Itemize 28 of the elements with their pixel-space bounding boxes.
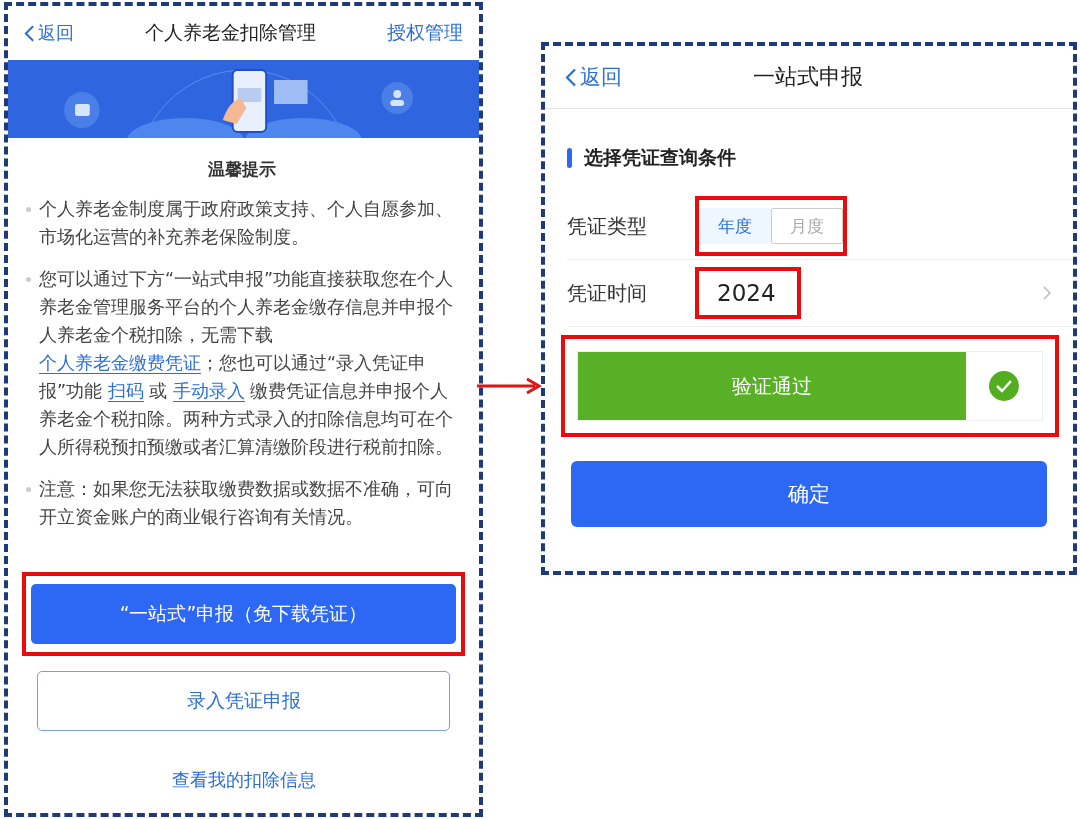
voucher-type-option[interactable]: 年度 [699, 208, 771, 244]
field-label: 凭证类型 [567, 212, 648, 240]
section-marker [567, 148, 572, 168]
confirm-button[interactable]: 确定 [571, 461, 1047, 527]
page-title: 一站式申报 [752, 63, 863, 91]
notice-title: 温馨提示 [206, 158, 277, 181]
inline-link[interactable]: 手动录入 [172, 381, 245, 402]
bullet-icon [26, 277, 31, 282]
section-title: 选择凭证查询条件 [584, 145, 736, 170]
bullet-icon [26, 487, 31, 492]
one-stop-declare-button[interactable]: “一站式”申报（免下载凭证） [31, 584, 456, 644]
check-circle-icon [989, 371, 1019, 401]
year-value[interactable]: 2024 [717, 280, 776, 306]
field-label: 凭证时间 [567, 279, 648, 307]
bullet-icon [26, 207, 31, 212]
inline-link[interactable]: 扫码 [107, 381, 144, 402]
authorization-link[interactable]: 授权管理 [387, 20, 463, 46]
notice-paragraph: 注意：如果您无法获取缴费数据或数据不准确，可向开立资金账户的商业银行咨询有关情况。 [39, 478, 454, 529]
back-link[interactable]: 返回 [24, 21, 74, 45]
enter-voucher-button[interactable]: 录入凭证申报 [37, 671, 450, 731]
page-title: 个人养老金扣除管理 [145, 20, 316, 45]
slide-verification[interactable]: 验证通过 [577, 351, 1043, 421]
notice-paragraph: 个人养老金制度属于政府政策支持、个人自愿参加、市场化运营的补充养老保险制度。 [39, 198, 454, 249]
inline-link[interactable]: 个人养老金缴费凭证 [39, 353, 201, 374]
notice-paragraph: 您可以通过下方“一站式申报”功能直接获取您在个人养老金管理服务平台的个人养老金缴存信息并申报个人养老金个税扣除，无需下载 个人养老金缴费凭证；您也可以通过“录入凭证申报”功能 扫码 或 手动录入 缴费凭证信息并申报个人养老金个税扣除。两种方式录入的扣除信息均可在个人所得税预扣预缴或者汇算清缴阶段进行税前扣除。 [39, 268, 455, 459]
back-link[interactable]: 返回 [565, 63, 622, 91]
chevron-right-icon [1043, 286, 1051, 300]
view-deductions-link[interactable]: 查看我的扣除信息 [171, 769, 316, 790]
